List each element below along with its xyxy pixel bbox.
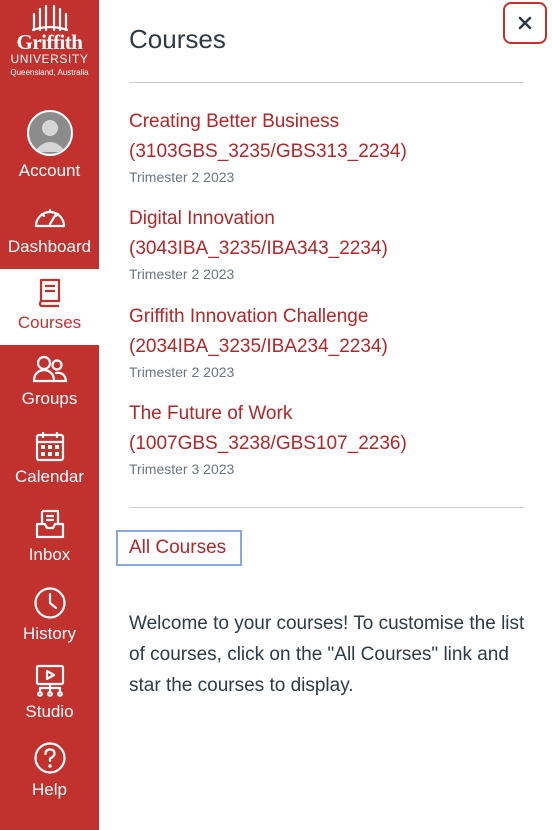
close-icon [518, 16, 532, 30]
nav-label-studio: Studio [25, 702, 74, 721]
course-name-line2: (1007GBS_3238/GBS107_2236) [129, 433, 407, 454]
nav-label-help: Help [32, 780, 67, 799]
nav-item-history[interactable]: History [0, 578, 99, 654]
course-term: Trimester 2 2023 [129, 364, 235, 380]
people-icon [32, 355, 67, 383]
close-tray-button[interactable] [503, 2, 547, 44]
book-icon [38, 278, 60, 308]
course-item: Griffith Innovation Challenge (2034IBA_3… [129, 302, 524, 381]
nav-label-calendar: Calendar [15, 467, 84, 486]
course-name-line2: (2034IBA_3235/IBA234_2234) [129, 336, 388, 357]
griffith-logo[interactable]: Griffith UNIVERSITY Queensland, Australi… [0, 0, 99, 90]
nav-label-inbox: Inbox [28, 545, 71, 564]
nav-item-inbox[interactable]: Inbox [0, 500, 99, 576]
griffith-crest-icon [31, 4, 69, 32]
speedometer-icon [34, 208, 65, 228]
brand-name: Griffith [16, 30, 83, 54]
course-name-line1: Griffith Innovation Challenge [129, 306, 369, 327]
nav-item-courses[interactable]: Courses [0, 269, 99, 345]
inbox-icon [35, 509, 64, 539]
app: Griffith UNIVERSITY Queensland, Australi… [0, 0, 552, 830]
nav-item-dashboard[interactable]: Dashboard [0, 193, 99, 269]
nav-item-calendar[interactable]: Calendar [0, 422, 99, 498]
help-icon [33, 742, 66, 774]
course-link[interactable]: Digital Innovation (3043IBA_3235/IBA343_… [129, 204, 524, 264]
course-item: Digital Innovation (3043IBA_3235/IBA343_… [129, 204, 524, 283]
divider-top [129, 82, 524, 83]
tray-title: Courses [129, 24, 226, 54]
clock-icon [33, 587, 66, 619]
nav-label-dashboard: Dashboard [7, 237, 92, 256]
course-name-line1: Digital Innovation [129, 208, 275, 229]
brand-location: Queensland, Australia [10, 68, 89, 77]
all-courses-link[interactable]: All Courses [116, 530, 242, 566]
course-term: Trimester 3 2023 [129, 461, 235, 477]
course-term: Trimester 2 2023 [129, 266, 235, 282]
calendar-icon [35, 432, 64, 462]
course-term: Trimester 2 2023 [129, 169, 235, 185]
course-link[interactable]: Creating Better Business (3103GBS_3235/G… [129, 107, 524, 167]
course-name-line1: Creating Better Business [129, 111, 340, 132]
nav-label-history: History [23, 624, 76, 643]
brand-university: UNIVERSITY [10, 52, 89, 66]
course-name-line1: The Future of Work [129, 403, 293, 424]
nav-label-account: Account [18, 161, 81, 180]
global-nav: Griffith UNIVERSITY Queensland, Australi… [0, 0, 99, 830]
nav-item-account[interactable]: Account [0, 104, 99, 180]
course-link[interactable]: Griffith Innovation Challenge (2034IBA_3… [129, 302, 524, 362]
nav-item-studio[interactable]: Studio [0, 656, 99, 732]
welcome-message: Welcome to your courses! To customise th… [129, 613, 525, 696]
studio-icon [35, 664, 64, 697]
course-name-line2: (3043IBA_3235/IBA343_2234) [129, 238, 388, 259]
nav-item-help[interactable]: Help [0, 734, 99, 810]
divider-bottom [129, 507, 524, 508]
nav-item-groups[interactable]: Groups [0, 345, 99, 421]
course-link[interactable]: The Future of Work (1007GBS_3238/GBS107_… [129, 399, 524, 459]
course-name-line2: (3103GBS_3235/GBS313_2234) [129, 141, 407, 162]
course-item: Creating Better Business (3103GBS_3235/G… [129, 107, 524, 186]
nav-label-groups: Groups [21, 389, 78, 408]
avatar [26, 110, 73, 156]
course-item: The Future of Work (1007GBS_3238/GBS107_… [129, 399, 524, 478]
nav-label-courses: Courses [17, 313, 82, 332]
